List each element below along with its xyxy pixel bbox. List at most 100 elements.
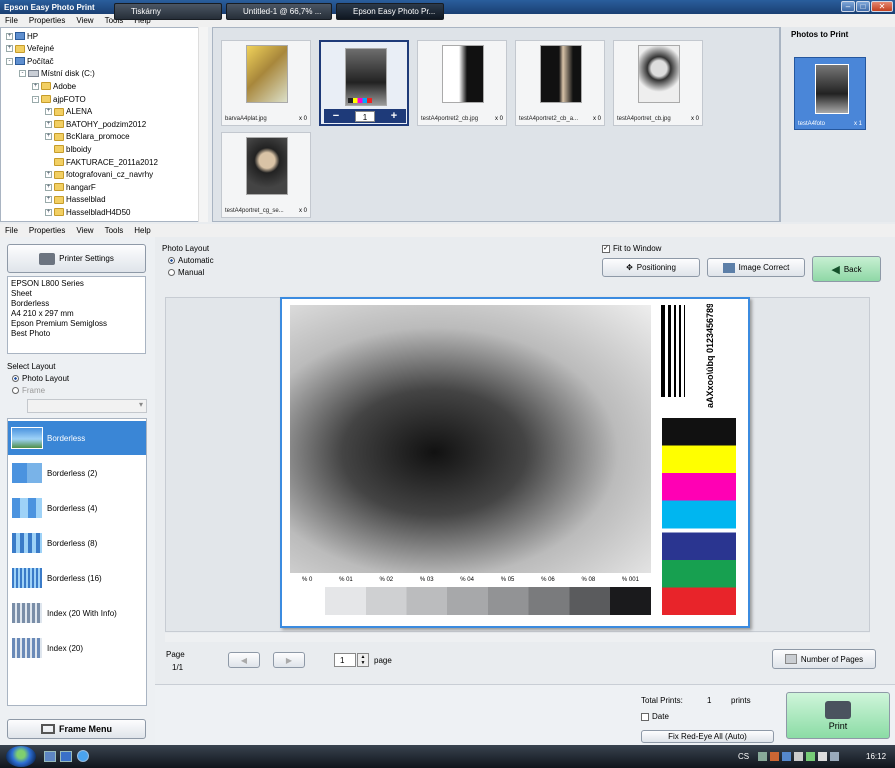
tray-icon[interactable]	[770, 752, 779, 761]
layout-item[interactable]: Borderless (16)	[8, 561, 146, 595]
frame-dropdown[interactable]: ▾	[27, 399, 147, 413]
previous-page-button[interactable]: ◀	[228, 652, 260, 668]
task-epson-easy-photo-print[interactable]: Epson Easy Photo Pr...	[336, 3, 444, 20]
expand-icon[interactable]: +	[45, 171, 52, 179]
tree-item[interactable]: + BcKlara_promoce	[45, 131, 130, 143]
tree-scrollbar[interactable]	[198, 27, 208, 222]
tree-item[interactable]: + BATOHY_podzim2012	[45, 118, 146, 130]
tree-item[interactable]: + fotografovani_cz_navrhy	[45, 169, 153, 181]
tree-item[interactable]: + HP	[6, 30, 38, 42]
decrement-button[interactable]: −	[326, 110, 346, 122]
menu-properties[interactable]: Properties	[29, 16, 65, 27]
tree-item[interactable]: - Počítač	[6, 55, 54, 67]
thumbnail-image	[442, 45, 484, 103]
tree-item[interactable]: blboidy	[45, 143, 91, 155]
menu-file[interactable]: File	[5, 16, 18, 27]
layout-item[interactable]: Borderless (8)	[8, 526, 146, 560]
network-icon[interactable]	[830, 752, 839, 761]
tray-icon[interactable]	[794, 752, 803, 761]
menu-help[interactable]: Help	[134, 226, 150, 237]
window-title: Epson Easy Photo Print	[4, 3, 95, 12]
show-desktop-icon[interactable]	[44, 751, 56, 762]
task-photoshop[interactable]: Untitled-1 @ 66,7% ...	[226, 3, 332, 20]
printer-settings-button[interactable]: Printer Settings	[7, 244, 146, 273]
photo-layout-radio[interactable]: Photo Layout	[12, 374, 69, 383]
collapse-icon[interactable]: -	[32, 95, 39, 103]
tree-item[interactable]: + Adobe	[32, 80, 76, 92]
menu-properties[interactable]: Properties	[29, 226, 65, 237]
collapse-icon[interactable]: -	[6, 57, 13, 65]
folder-tree[interactable]: + HP + Veřejné - Počítač - Místní disk (C:) + Ado…	[0, 27, 208, 222]
switch-windows-icon[interactable]	[60, 751, 72, 762]
thumbnail-item[interactable]: testA4portret_cg_se... x 0	[221, 132, 311, 218]
start-button[interactable]	[6, 746, 36, 767]
thumbnail-item[interactable]: testA4portret2_cb_a... x 0	[515, 40, 605, 126]
menu-view[interactable]: View	[76, 226, 93, 237]
expand-icon[interactable]: +	[45, 133, 52, 141]
tree-item[interactable]: + Veřejné	[6, 43, 54, 55]
task-tiskarny[interactable]: Tiskárny	[114, 3, 222, 20]
collapse-icon[interactable]: -	[19, 70, 26, 78]
fit-to-window-checkbox[interactable]: ✓ Fit to Window	[602, 244, 661, 253]
number-of-pages-button[interactable]: Number of Pages	[772, 649, 876, 669]
increment-button[interactable]: +	[384, 110, 404, 122]
tray-icon[interactable]	[758, 752, 767, 761]
thumbnail-image	[540, 45, 582, 103]
language-indicator[interactable]: CS	[738, 752, 749, 761]
tray-icon[interactable]	[806, 752, 815, 761]
internet-explorer-icon[interactable]	[77, 750, 89, 762]
tree-item[interactable]: + HasselbladH4D50	[45, 206, 130, 218]
tray-icon[interactable]	[782, 752, 791, 761]
positioning-button[interactable]: ✥ Positioning	[602, 258, 700, 277]
layout-item[interactable]: Borderless (2)	[8, 456, 146, 490]
thumbnail-item-selected[interactable]: − 1 +	[319, 40, 409, 126]
frame-radio[interactable]: Frame	[12, 386, 45, 395]
tree-item[interactable]: - Místní disk (C:)	[19, 68, 95, 80]
tree-item[interactable]: + hangarF	[45, 181, 96, 193]
expand-icon[interactable]: +	[6, 32, 13, 40]
thumbnail-item[interactable]: testA4portret_cb.jpg x 0	[613, 40, 703, 126]
menu-bar-bottom: File Properties View Tools Help	[0, 224, 895, 237]
expand-icon[interactable]: +	[32, 82, 39, 90]
thumbnail-item[interactable]: barvaA4plat.jpg x 0	[221, 40, 311, 126]
menu-view[interactable]: View	[76, 16, 93, 27]
manual-radio[interactable]: Manual	[168, 268, 204, 277]
tree-item[interactable]: - ajpFOTO	[32, 93, 86, 105]
layout-item[interactable]: Index (20)	[8, 631, 146, 665]
expand-icon[interactable]: +	[45, 108, 52, 116]
maximize-button[interactable]: □	[856, 1, 870, 12]
layout-item[interactable]: Borderless	[8, 421, 146, 455]
date-checkbox[interactable]: Date	[641, 712, 669, 721]
image-correct-button[interactable]: Image Correct	[707, 258, 805, 277]
tree-item[interactable]: + Hasselblad	[45, 194, 106, 206]
thumbnail-count: x 0	[592, 116, 601, 122]
page-number-input[interactable]: 1	[334, 653, 356, 667]
expand-icon[interactable]: +	[45, 183, 52, 191]
expand-icon[interactable]: +	[45, 120, 52, 128]
thumbnail-name: testA4portret_cb.jpg	[617, 116, 671, 122]
tree-item[interactable]: + ALENA	[45, 106, 92, 118]
expand-icon[interactable]: +	[45, 208, 52, 216]
expand-icon[interactable]: +	[45, 196, 52, 204]
expand-icon[interactable]: +	[6, 45, 13, 53]
close-button[interactable]: ✕	[871, 1, 893, 12]
menu-file[interactable]: File	[5, 226, 18, 237]
layout-item[interactable]: Borderless (4)	[8, 491, 146, 525]
volume-icon[interactable]	[818, 752, 827, 761]
preview-horizontal-scrollbar[interactable]	[165, 633, 870, 642]
layout-item[interactable]: Index (20 With Info)	[8, 596, 146, 630]
minimize-button[interactable]: –	[841, 1, 855, 12]
thumbnail-item[interactable]: testA4portret2_cb.jpg x 0	[417, 40, 507, 126]
menu-tools[interactable]: Tools	[105, 226, 124, 237]
tree-item[interactable]: FAKTURACE_2011a2012	[45, 156, 158, 168]
layout-list[interactable]: Borderless Borderless (2) Borderless (4) Bo…	[7, 418, 147, 706]
print-queue-item[interactable]: testA4foto x 1	[794, 57, 866, 130]
frame-menu-button[interactable]: Frame Menu	[7, 719, 146, 739]
page-number-spinner[interactable]: ▲ ▼	[357, 653, 369, 667]
automatic-radio[interactable]: Automatic	[168, 256, 214, 265]
back-button[interactable]: ◀ Back	[812, 256, 881, 282]
next-page-button[interactable]: ▶	[273, 652, 305, 668]
fix-red-eye-button[interactable]: Fix Red-Eye All (Auto)	[641, 730, 774, 743]
copy-count-input[interactable]: 1	[355, 110, 375, 122]
print-button[interactable]: Print	[786, 692, 890, 739]
